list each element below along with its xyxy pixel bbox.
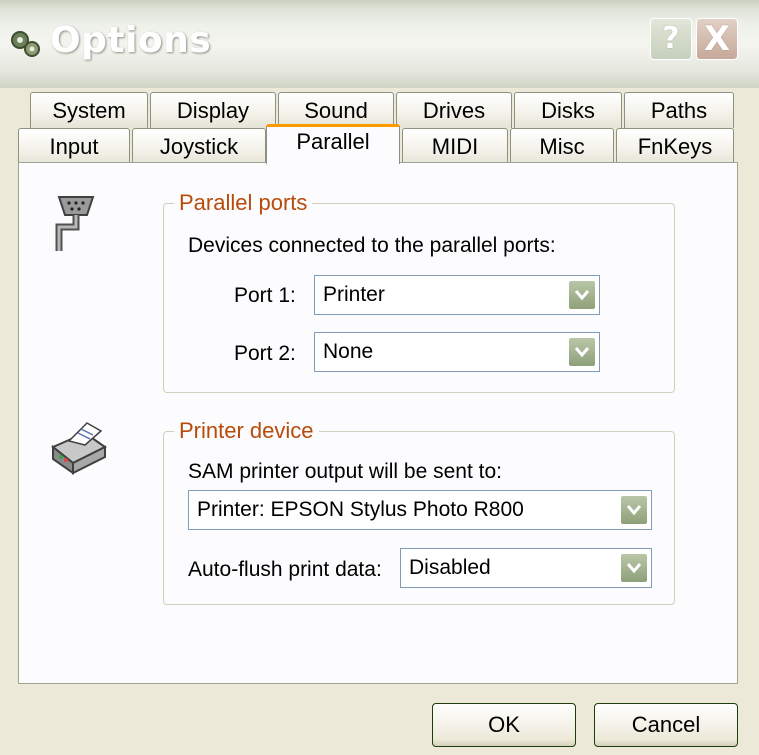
port1-value: Printer: [323, 283, 385, 306]
ok-button[interactable]: OK: [432, 703, 576, 747]
chevron-down-icon[interactable]: [620, 553, 648, 583]
help-button[interactable]: ?: [650, 18, 692, 60]
tab-misc[interactable]: Misc: [510, 128, 614, 164]
printer-value: Printer: EPSON Stylus Photo R800: [197, 498, 524, 521]
tab-row-back: System Display Sound Drives Disks Paths: [30, 92, 734, 128]
gear-icon: [8, 28, 42, 60]
port2-label: Port 2:: [234, 342, 296, 365]
parallel-ports-group: Parallel ports Devices connected to the …: [163, 190, 675, 393]
printer-select[interactable]: Printer: EPSON Stylus Photo R800: [188, 490, 652, 530]
port2-value: None: [323, 340, 374, 363]
printer-icon: [47, 419, 109, 480]
tab-system[interactable]: System: [30, 92, 148, 128]
tab-disks[interactable]: Disks: [514, 92, 622, 128]
title-bar[interactable]: Options ? X: [0, 0, 759, 88]
tab-row-front: Input Joystick Parallel MIDI Misc FnKeys: [18, 124, 738, 164]
tab-drives[interactable]: Drives: [396, 92, 512, 128]
chevron-down-icon[interactable]: [620, 495, 648, 525]
parallel-ports-description: Devices connected to the parallel ports:: [188, 234, 556, 257]
tab-input[interactable]: Input: [18, 128, 130, 164]
printer-device-group: Printer device SAM printer output will b…: [163, 418, 675, 605]
options-window: Options ? X System Display Sound Drives …: [0, 0, 759, 755]
close-button[interactable]: X: [696, 18, 738, 60]
autoflush-label: Auto-flush print data:: [188, 558, 382, 581]
parallel-port-icon: [51, 193, 99, 258]
printer-device-description: SAM printer output will be sent to:: [188, 460, 502, 483]
tab-paths[interactable]: Paths: [624, 92, 734, 128]
tab-panel-parallel: Parallel ports Devices connected to the …: [18, 162, 738, 684]
printer-device-title: Printer device: [174, 418, 319, 444]
window-title: Options: [50, 20, 212, 61]
port2-select[interactable]: None: [314, 332, 600, 372]
parallel-ports-title: Parallel ports: [174, 190, 313, 216]
autoflush-value: Disabled: [409, 556, 491, 579]
autoflush-select[interactable]: Disabled: [400, 548, 652, 588]
tab-midi[interactable]: MIDI: [402, 128, 508, 164]
port1-select[interactable]: Printer: [314, 275, 600, 315]
cancel-button[interactable]: Cancel: [594, 703, 738, 747]
chevron-down-icon[interactable]: [568, 280, 596, 310]
tab-sound[interactable]: Sound: [278, 92, 394, 128]
tab-parallel[interactable]: Parallel: [266, 124, 400, 164]
port1-label: Port 1:: [234, 284, 296, 307]
chevron-down-icon[interactable]: [568, 337, 596, 367]
tab-fnkeys[interactable]: FnKeys: [616, 128, 734, 164]
tab-display[interactable]: Display: [150, 92, 276, 128]
tab-joystick[interactable]: Joystick: [132, 128, 266, 164]
